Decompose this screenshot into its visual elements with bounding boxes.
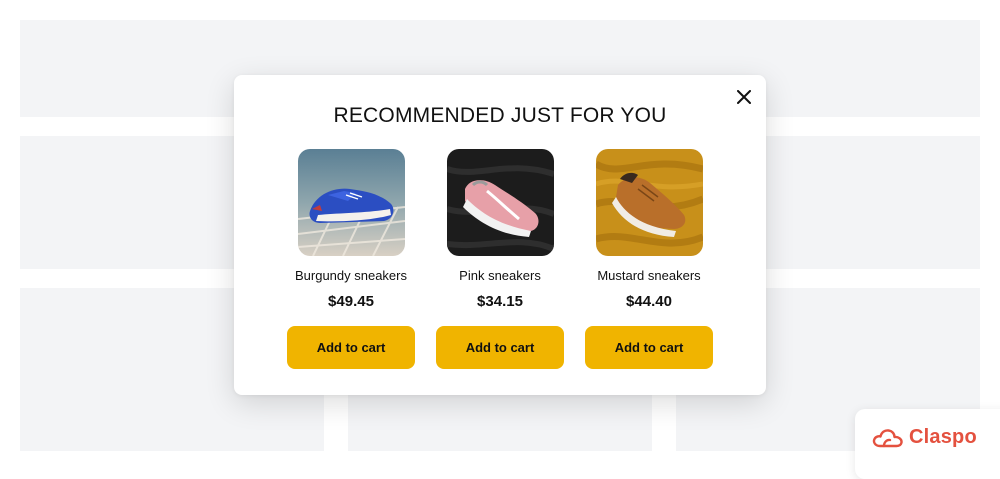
brown-sneaker-image — [595, 149, 703, 256]
blue-sneaker-image — [297, 149, 405, 256]
product-card: Mustard sneakers $44.40 Add to cart — [584, 149, 714, 369]
product-image[interactable] — [595, 149, 703, 256]
product-price: $49.45 — [328, 293, 374, 310]
close-icon — [737, 90, 751, 104]
product-image[interactable] — [297, 149, 405, 256]
close-button[interactable] — [734, 87, 754, 107]
product-card: Burgundy sneakers $49.45 Add to cart — [286, 149, 416, 369]
product-price: $34.15 — [477, 293, 523, 310]
product-price: $44.40 — [626, 293, 672, 310]
product-name[interactable]: Pink sneakers — [435, 267, 565, 285]
add-to-cart-button[interactable]: Add to cart — [287, 326, 415, 369]
brand-logo[interactable]: Claspo — [872, 426, 977, 449]
pink-sneaker-image — [446, 149, 554, 256]
add-to-cart-button[interactable]: Add to cart — [585, 326, 713, 369]
popup-title: RECOMMENDED JUST FOR YOU — [333, 104, 667, 127]
product-list: Burgundy sneakers $49.45 Add to cart Pin… — [286, 149, 714, 369]
product-card: Pink sneakers $34.15 Add to cart — [435, 149, 565, 369]
recommendation-popup: RECOMMENDED JUST FOR YOU Burgundy sneake… — [234, 75, 766, 395]
product-name[interactable]: Burgundy sneakers — [286, 267, 416, 285]
product-image[interactable] — [446, 149, 554, 256]
brand-name: Claspo — [909, 426, 977, 448]
add-to-cart-button[interactable]: Add to cart — [436, 326, 564, 369]
cloud-logo-icon — [872, 428, 903, 447]
product-name[interactable]: Mustard sneakers — [584, 267, 714, 285]
